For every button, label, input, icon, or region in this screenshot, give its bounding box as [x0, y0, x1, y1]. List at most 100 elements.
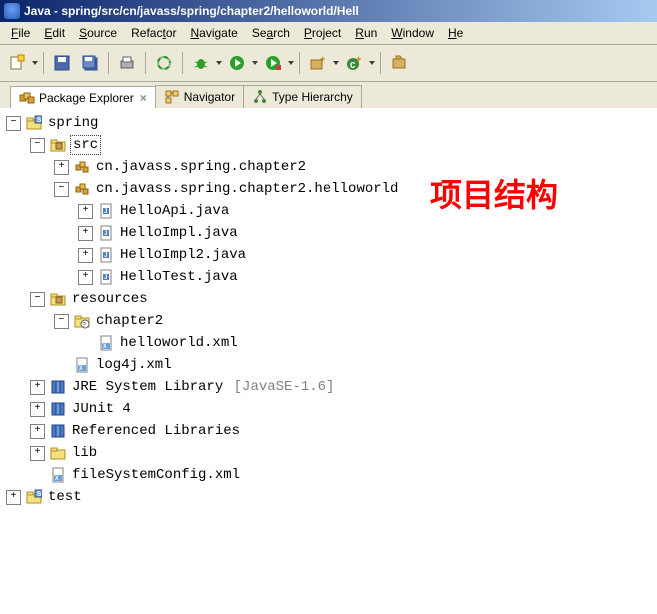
package-explorer-tree[interactable]: S J ? X − spring − src + cn.javass.sprin…: [0, 108, 657, 614]
expand-icon[interactable]: +: [78, 270, 93, 285]
window-title: Java - spring/src/cn/javass/spring/chapt…: [24, 4, 359, 18]
java-file-icon: [98, 247, 114, 263]
tree-node-xml-file[interactable]: helloworld.xml: [0, 332, 657, 354]
java-file-icon: [98, 203, 114, 219]
menu-help[interactable]: He: [441, 24, 470, 42]
new-package-dropdown[interactable]: [333, 51, 339, 75]
run-last-button[interactable]: [260, 50, 286, 76]
window-titlebar: Java - spring/src/cn/javass/spring/chapt…: [0, 0, 657, 22]
debug-dropdown[interactable]: [216, 51, 222, 75]
tree-node-library[interactable]: + Referenced Libraries: [0, 420, 657, 442]
java-file-icon: [98, 225, 114, 241]
java-file-icon: [98, 269, 114, 285]
collapse-icon[interactable]: −: [30, 138, 45, 153]
tree-node-library[interactable]: + JUnit 4: [0, 398, 657, 420]
run-last-dropdown[interactable]: [288, 51, 294, 75]
toolbar-separator: [380, 52, 381, 74]
node-suffix: [JavaSE-1.6]: [234, 379, 335, 395]
expand-icon[interactable]: +: [30, 402, 45, 417]
menu-navigate[interactable]: Navigate: [183, 24, 244, 42]
tab-type-hierarchy[interactable]: Type Hierarchy: [243, 85, 362, 108]
expand-icon[interactable]: +: [54, 160, 69, 175]
eclipse-icon: [4, 3, 20, 19]
tab-navigator[interactable]: Navigator: [155, 85, 244, 108]
menu-edit[interactable]: Edit: [37, 24, 72, 42]
node-label: log4j.xml: [94, 356, 174, 374]
menu-file[interactable]: File: [4, 24, 37, 42]
expand-icon[interactable]: +: [30, 424, 45, 439]
tree-node-package[interactable]: + cn.javass.spring.chapter2: [0, 156, 657, 178]
tree-node-xml-file[interactable]: log4j.xml: [0, 354, 657, 376]
collapse-icon[interactable]: −: [54, 182, 69, 197]
tree-node-java-file[interactable]: + HelloApi.java: [0, 200, 657, 222]
navigator-icon: [164, 89, 180, 105]
toolbar-separator: [182, 52, 183, 74]
source-folder-icon: [50, 291, 66, 307]
expand-icon[interactable]: +: [78, 204, 93, 219]
node-label: fileSystemConfig.xml: [70, 466, 242, 484]
new-class-dropdown[interactable]: [369, 51, 375, 75]
expand-icon[interactable]: +: [78, 226, 93, 241]
collapse-icon[interactable]: −: [6, 116, 21, 131]
node-label: HelloImpl2.java: [118, 246, 248, 264]
tree-node-java-file[interactable]: + HelloImpl2.java: [0, 244, 657, 266]
tree-node-src[interactable]: − src: [0, 134, 657, 156]
tab-package-explorer[interactable]: Package Explorer ×: [10, 86, 156, 109]
print-button[interactable]: [114, 50, 140, 76]
node-label: HelloImpl.java: [118, 224, 240, 242]
toolbar-separator: [43, 52, 44, 74]
new-dropdown[interactable]: [32, 51, 38, 75]
save-all-button[interactable]: [77, 50, 103, 76]
tree-node-folder[interactable]: + lib: [0, 442, 657, 464]
save-button[interactable]: [49, 50, 75, 76]
package-icon: [74, 159, 90, 175]
menu-source[interactable]: Source: [72, 24, 124, 42]
node-label: JUnit 4: [70, 400, 133, 418]
menu-window[interactable]: Window: [384, 24, 441, 42]
package-icon: [74, 181, 90, 197]
folder-icon: [74, 313, 90, 329]
library-icon: [50, 401, 66, 417]
tab-label: Type Hierarchy: [272, 90, 353, 104]
tree-node-xml-file[interactable]: fileSystemConfig.xml: [0, 464, 657, 486]
tree-node-library[interactable]: + JRE System Library [JavaSE-1.6]: [0, 376, 657, 398]
expand-icon[interactable]: +: [30, 380, 45, 395]
new-package-button[interactable]: +: [305, 50, 331, 76]
collapse-icon[interactable]: −: [30, 292, 45, 307]
tree-node-src[interactable]: − resources: [0, 288, 657, 310]
expand-icon[interactable]: +: [30, 446, 45, 461]
expand-icon[interactable]: +: [6, 490, 21, 505]
node-label: spring: [46, 114, 100, 132]
new-class-button[interactable]: C+: [341, 50, 367, 76]
menu-refactor[interactable]: Refactor: [124, 24, 183, 42]
tree-node-java-file[interactable]: + HelloImpl.java: [0, 222, 657, 244]
folder-icon: [50, 445, 66, 461]
tree-node-package[interactable]: − cn.javass.spring.chapter2.helloworld: [0, 178, 657, 200]
menu-project[interactable]: Project: [297, 24, 348, 42]
node-label: lib: [70, 444, 99, 462]
build-button[interactable]: [151, 50, 177, 76]
xml-file-icon: [74, 357, 90, 373]
xml-file-icon: [50, 467, 66, 483]
tree-node-project[interactable]: + test: [0, 486, 657, 508]
run-dropdown[interactable]: [252, 51, 258, 75]
menu-run[interactable]: Run: [348, 24, 384, 42]
debug-button[interactable]: [188, 50, 214, 76]
view-tabs: Package Explorer × Navigator Type Hierar…: [0, 82, 657, 108]
run-button[interactable]: [224, 50, 250, 76]
tree-node-project[interactable]: − spring: [0, 112, 657, 134]
open-type-button[interactable]: [386, 50, 412, 76]
node-label: cn.javass.spring.chapter2.helloworld: [94, 180, 400, 198]
node-label: chapter2: [94, 312, 165, 330]
library-icon: [50, 423, 66, 439]
collapse-icon[interactable]: −: [54, 314, 69, 329]
expand-icon[interactable]: +: [78, 248, 93, 263]
new-button[interactable]: [4, 50, 30, 76]
close-icon[interactable]: ×: [140, 91, 147, 105]
menu-search[interactable]: Search: [245, 24, 297, 42]
tree-node-java-file[interactable]: + HelloTest.java: [0, 266, 657, 288]
watermark-line1: 51CTO.com: [520, 568, 651, 594]
tree-node-folder[interactable]: − chapter2: [0, 310, 657, 332]
node-label: HelloTest.java: [118, 268, 240, 286]
watermark: 51CTO.com 技术博客 Blog: [520, 568, 651, 610]
